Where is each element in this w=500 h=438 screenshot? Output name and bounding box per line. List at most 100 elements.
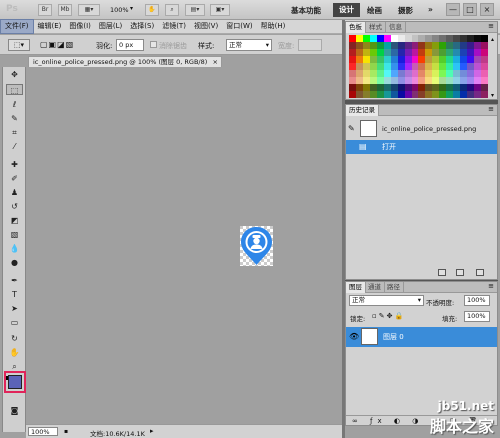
color-swatch[interactable] bbox=[390, 77, 398, 84]
color-swatch[interactable] bbox=[439, 77, 447, 84]
color-swatch[interactable] bbox=[418, 77, 426, 84]
color-swatch[interactable] bbox=[432, 42, 440, 49]
pen-tool-icon[interactable]: ✒ bbox=[6, 275, 23, 286]
color-swatch[interactable] bbox=[376, 63, 384, 70]
color-swatch[interactable] bbox=[446, 84, 454, 91]
color-swatch[interactable] bbox=[432, 84, 440, 91]
color-swatch[interactable] bbox=[411, 84, 419, 91]
restore-button[interactable]: □ bbox=[463, 3, 477, 16]
color-swatch[interactable] bbox=[355, 84, 363, 91]
workspace-more-button[interactable]: » bbox=[428, 5, 433, 14]
color-swatch[interactable] bbox=[369, 70, 377, 77]
delete-state-icon[interactable] bbox=[476, 269, 484, 276]
color-swatch[interactable] bbox=[481, 84, 488, 91]
color-swatch[interactable] bbox=[390, 84, 398, 91]
color-swatch[interactable] bbox=[467, 35, 475, 42]
color-swatch[interactable] bbox=[411, 56, 419, 63]
color-swatch[interactable] bbox=[349, 35, 356, 42]
color-swatch[interactable] bbox=[474, 70, 482, 77]
color-swatch[interactable] bbox=[425, 56, 433, 63]
tab-layers[interactable]: 图层 bbox=[346, 282, 366, 293]
scroll-down-icon[interactable]: ▾ bbox=[491, 92, 494, 99]
color-swatch[interactable] bbox=[404, 49, 412, 56]
color-swatch[interactable] bbox=[460, 84, 468, 91]
menu-file[interactable]: 文件(F) bbox=[0, 19, 34, 34]
color-swatch[interactable] bbox=[446, 56, 454, 63]
workspace-design[interactable]: 设计 bbox=[333, 3, 360, 17]
color-swatch[interactable] bbox=[481, 56, 488, 63]
tab-swatches[interactable]: 色板 bbox=[346, 22, 366, 33]
color-swatch[interactable] bbox=[369, 56, 377, 63]
tab-history[interactable]: 历史记录 bbox=[346, 105, 379, 116]
color-swatch[interactable] bbox=[376, 35, 384, 42]
color-swatch[interactable] bbox=[418, 70, 426, 77]
color-swatch[interactable] bbox=[411, 42, 419, 49]
color-swatch[interactable] bbox=[376, 70, 384, 77]
color-swatch[interactable] bbox=[432, 35, 440, 42]
move-tool-icon[interactable]: ✥ bbox=[6, 69, 23, 80]
color-swatch[interactable] bbox=[481, 42, 488, 49]
color-swatch[interactable] bbox=[439, 63, 447, 70]
color-swatch[interactable] bbox=[460, 56, 468, 63]
color-swatch[interactable] bbox=[453, 77, 461, 84]
dodge-tool-icon[interactable]: ● bbox=[6, 257, 23, 268]
color-swatch[interactable] bbox=[446, 49, 454, 56]
workspace-essentials[interactable]: 基本功能 bbox=[291, 5, 321, 16]
color-swatch[interactable] bbox=[460, 49, 468, 56]
menu-select[interactable]: 选择(S) bbox=[126, 20, 158, 33]
selection-mode-icons[interactable]: ▢▣◪▧ bbox=[40, 39, 84, 51]
zoom-level-select[interactable]: 100% bbox=[110, 6, 129, 14]
menu-filter[interactable]: 滤镜(T) bbox=[158, 20, 190, 33]
color-swatch[interactable] bbox=[369, 84, 377, 91]
color-swatch[interactable] bbox=[453, 70, 461, 77]
color-swatch[interactable] bbox=[376, 56, 384, 63]
color-swatch[interactable] bbox=[425, 77, 433, 84]
document-tab[interactable]: ic_online_police_pressed.png @ 100% (图层 … bbox=[28, 56, 222, 67]
color-swatch[interactable] bbox=[446, 91, 454, 98]
color-swatch[interactable] bbox=[467, 70, 475, 77]
zoom-tool-button[interactable]: ⌕ bbox=[165, 4, 179, 16]
status-zoom-field[interactable]: 100% bbox=[28, 427, 58, 436]
color-swatch[interactable] bbox=[376, 84, 384, 91]
color-swatch[interactable] bbox=[474, 77, 482, 84]
mini-bridge-button[interactable]: Mb bbox=[58, 4, 72, 16]
quick-mask-icon[interactable]: ◙ bbox=[6, 405, 23, 416]
quick-selection-tool-icon[interactable]: ✎ bbox=[6, 113, 23, 124]
color-swatch[interactable] bbox=[397, 49, 405, 56]
color-swatch[interactable] bbox=[467, 77, 475, 84]
color-swatch[interactable] bbox=[418, 42, 426, 49]
new-snapshot-icon[interactable] bbox=[456, 269, 464, 276]
panel-menu-icon[interactable]: ≡ bbox=[488, 282, 494, 290]
color-swatch[interactable] bbox=[390, 49, 398, 56]
brush-tool-icon[interactable]: ✐ bbox=[6, 173, 23, 184]
scroll-up-icon[interactable]: ▴ bbox=[491, 36, 494, 43]
color-swatch[interactable] bbox=[453, 35, 461, 42]
color-swatch[interactable] bbox=[404, 63, 412, 70]
color-swatch[interactable] bbox=[390, 56, 398, 63]
hand-tool-icon[interactable]: ✋ bbox=[6, 347, 23, 358]
menu-window[interactable]: 窗口(W) bbox=[222, 20, 256, 33]
color-swatch[interactable] bbox=[425, 49, 433, 56]
color-swatch[interactable] bbox=[453, 49, 461, 56]
type-tool-icon[interactable]: T bbox=[6, 289, 23, 300]
color-swatch[interactable] bbox=[383, 91, 391, 98]
blur-tool-icon[interactable]: 💧 bbox=[6, 243, 23, 254]
blend-mode-select[interactable]: 正常 ▾ bbox=[349, 295, 424, 306]
eyedropper-tool-icon[interactable]: ⁄ bbox=[6, 141, 23, 152]
color-swatch[interactable] bbox=[349, 49, 356, 56]
color-swatch[interactable] bbox=[474, 42, 482, 49]
color-swatch[interactable] bbox=[355, 42, 363, 49]
canvas-area[interactable] bbox=[28, 67, 342, 424]
color-swatch[interactable] bbox=[411, 77, 419, 84]
tool-preset-picker[interactable]: ⬚▾ bbox=[8, 39, 30, 51]
color-swatch[interactable] bbox=[404, 77, 412, 84]
eraser-tool-icon[interactable]: ◩ bbox=[6, 215, 23, 226]
color-swatch[interactable] bbox=[349, 42, 356, 49]
color-swatch[interactable] bbox=[467, 63, 475, 70]
color-swatch[interactable] bbox=[432, 70, 440, 77]
color-swatch[interactable] bbox=[369, 49, 377, 56]
rectangle-shape-tool-icon[interactable]: ▭ bbox=[6, 317, 23, 328]
color-swatch[interactable] bbox=[376, 77, 384, 84]
antialias-checkbox[interactable] bbox=[150, 41, 157, 48]
color-swatch[interactable] bbox=[349, 77, 356, 84]
